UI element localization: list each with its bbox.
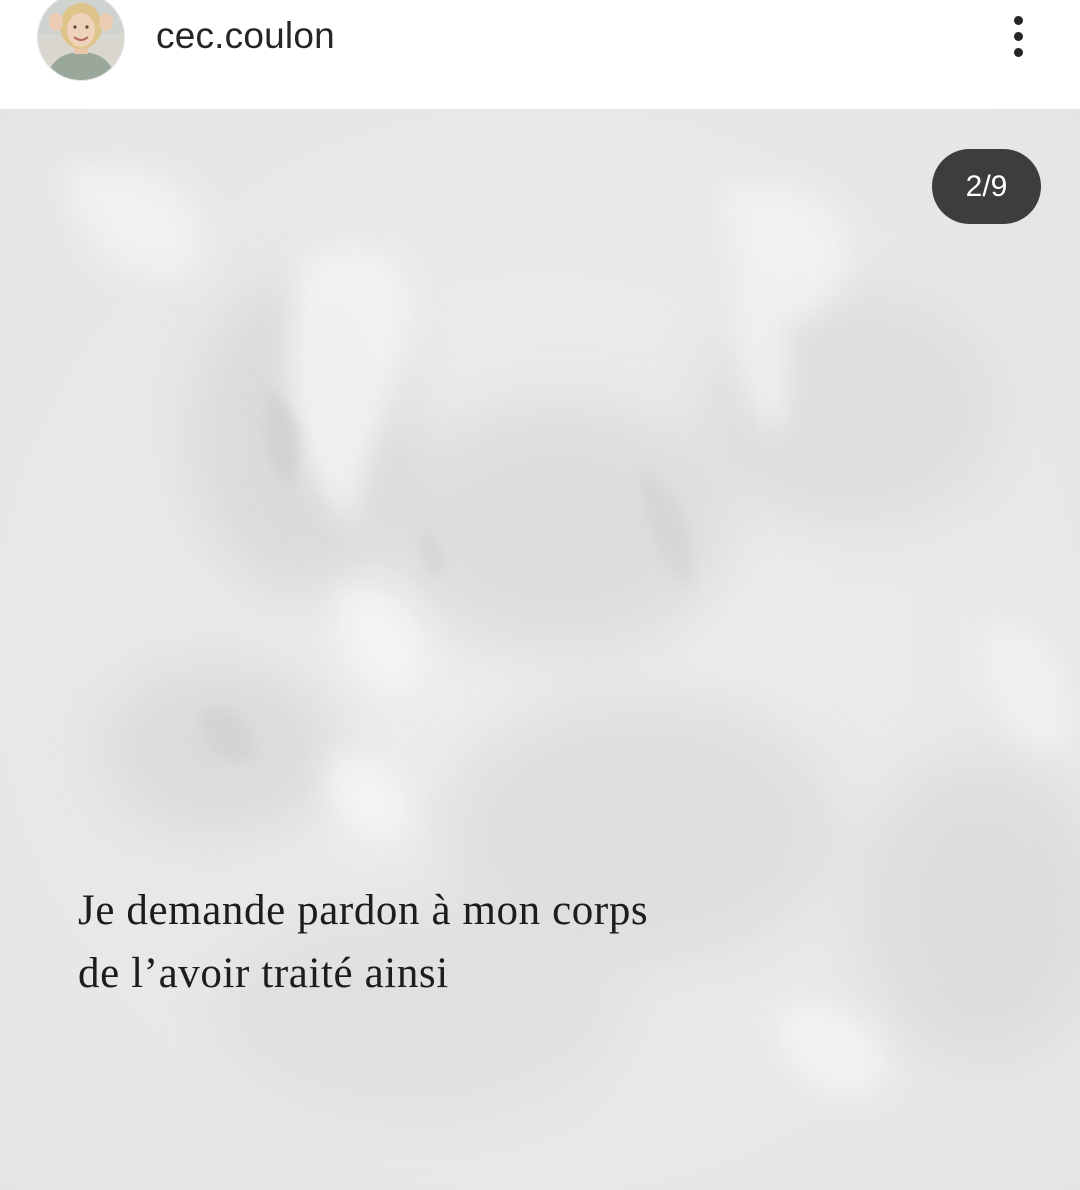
slide-quote-line-1: Je demande pardon à mon corps xyxy=(78,887,649,934)
profile-photo xyxy=(38,0,124,80)
vertical-ellipsis-icon xyxy=(1013,31,1023,41)
vertical-ellipsis-icon xyxy=(1013,15,1023,25)
watercolor-paper-background xyxy=(0,109,1080,1190)
post-media-carousel[interactable]: 2/9 Je demande pardon à mon corps de l’a… xyxy=(0,109,1080,1190)
more-options-button[interactable] xyxy=(996,8,1040,64)
carousel-counter: 2/9 xyxy=(932,149,1041,224)
avatar[interactable] xyxy=(38,0,124,80)
vertical-ellipsis-icon xyxy=(1013,47,1023,57)
slide-quote-line-2: de l’avoir traité ainsi xyxy=(78,950,449,997)
username[interactable]: cec.coulon xyxy=(156,14,335,58)
post-header: cec.coulon xyxy=(0,0,1080,109)
slide-quote-text: Je demande pardon à mon corps de l’avoir… xyxy=(78,879,648,1005)
